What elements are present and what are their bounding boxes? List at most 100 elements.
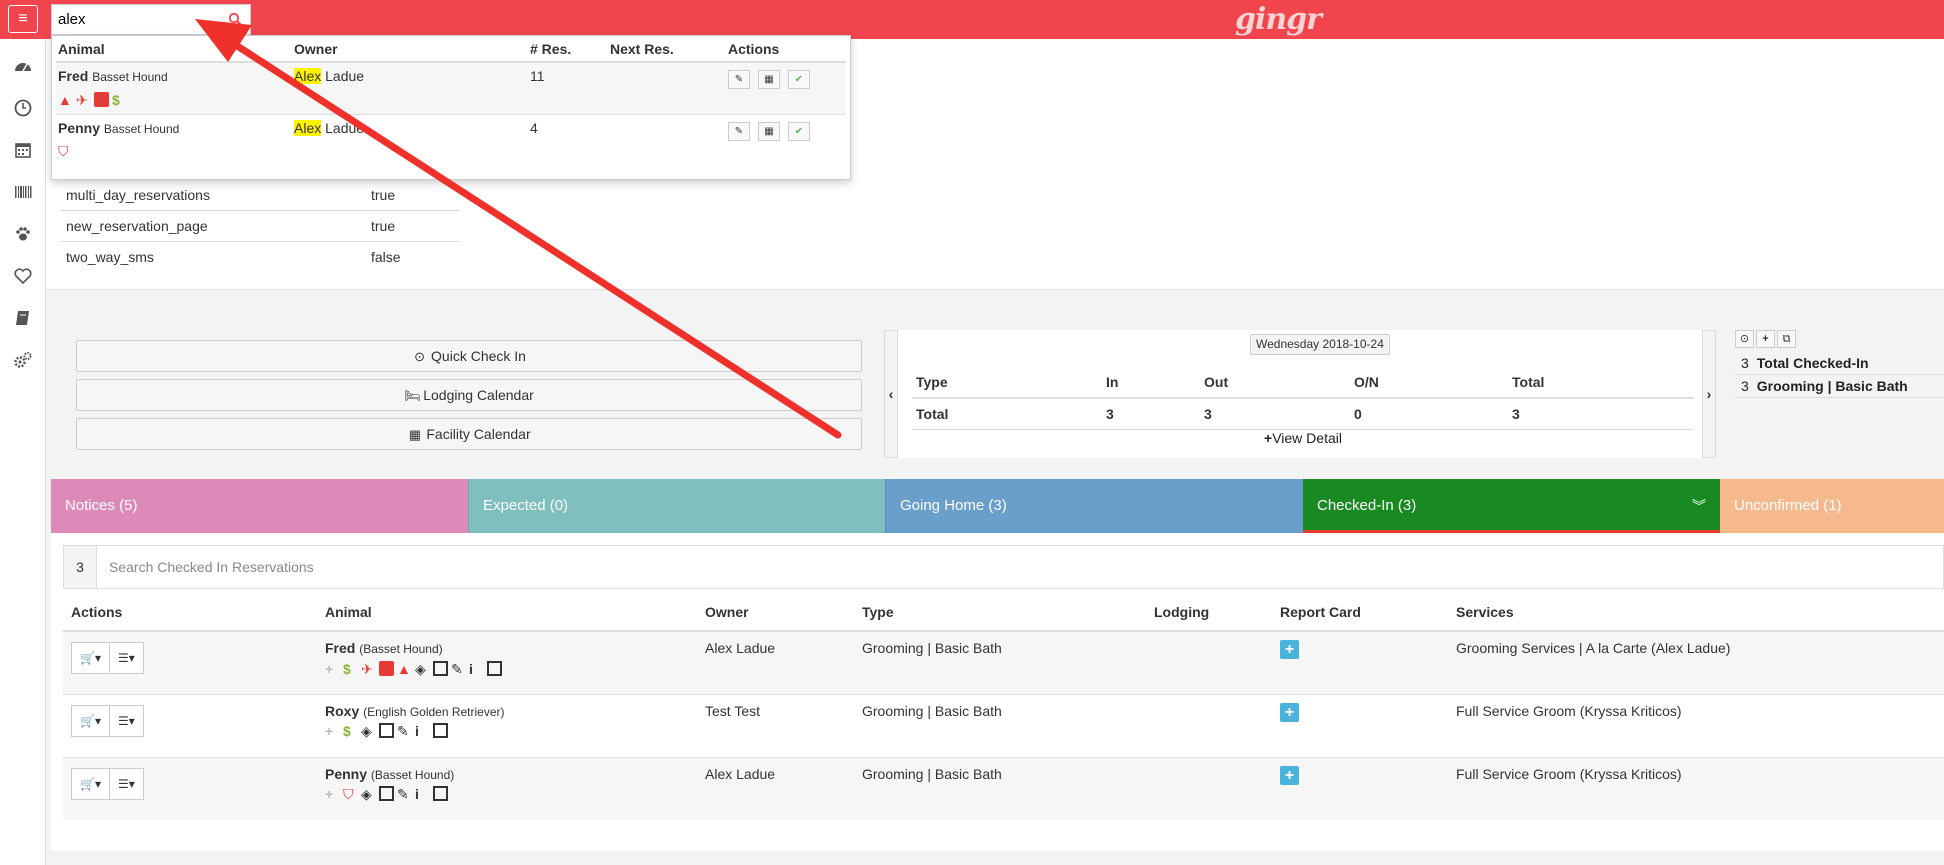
id-card-icon[interactable]	[379, 786, 394, 801]
plus-icon[interactable]: +	[325, 786, 340, 802]
info-icon[interactable]: i	[469, 661, 484, 677]
calendar-add-icon[interactable]: ▦	[758, 121, 780, 141]
tab-label: Notices (5)	[65, 497, 138, 514]
search-input[interactable]	[52, 5, 212, 34]
search-result-row[interactable]: Fred Basset Hound ▲ ✈ $ Alex Ladue 11 ✎ ▦…	[56, 62, 846, 115]
tab-expected[interactable]: Expected (0)	[468, 479, 885, 533]
shield-icon[interactable]: ⛉	[58, 143, 73, 159]
table-row: new_reservation_page true	[60, 210, 460, 242]
warning-icon[interactable]: ▲	[397, 661, 412, 677]
column-header: Owner	[697, 593, 854, 632]
animal-icons: ▲ ✈ $	[58, 90, 290, 108]
plane-icon[interactable]: ✈	[361, 661, 376, 677]
animal-icons: + $ ◈ ✎ i	[325, 722, 689, 740]
owner-cell[interactable]: Alex Ladue	[697, 756, 854, 820]
menu-dropdown-button[interactable]: ☰▾	[109, 642, 144, 674]
chevron-left-icon[interactable]: ‹	[884, 330, 898, 458]
dollar-icon[interactable]: $	[343, 723, 358, 739]
clock-icon[interactable]	[0, 91, 46, 125]
chevron-double-down-icon[interactable]: ︾	[1692, 479, 1706, 533]
tab-going-home[interactable]: Going Home (3)	[885, 479, 1303, 533]
services-cell: Grooming Services | A la Carte (Alex Lad…	[1448, 630, 1944, 694]
paw-icon[interactable]	[0, 217, 46, 251]
animal-name[interactable]: Penny	[325, 766, 367, 782]
plus-icon[interactable]: +	[1756, 330, 1775, 348]
tab-unconfirmed[interactable]: Unconfirmed (1)	[1720, 479, 1944, 533]
medkit-icon[interactable]	[94, 91, 109, 107]
dollar-icon[interactable]: $	[343, 661, 358, 677]
search-box[interactable]	[51, 4, 251, 35]
medkit-icon[interactable]	[379, 660, 394, 676]
date-picker-button[interactable]: Wednesday 2018-10-24	[1250, 334, 1390, 355]
barcode-icon[interactable]	[0, 175, 46, 209]
animal-name[interactable]: Fred	[325, 640, 355, 656]
cell: 3	[1200, 398, 1350, 430]
animal-name[interactable]: Penny	[58, 120, 100, 136]
gears-icon[interactable]	[0, 343, 46, 377]
lodging-cell	[1146, 630, 1272, 694]
menu-dropdown-button[interactable]: ☰▾	[109, 704, 144, 737]
add-report-card-button[interactable]: +	[1280, 702, 1299, 722]
lodging-calendar-button[interactable]: 🛏 Lodging Calendar	[76, 379, 862, 411]
info-icon[interactable]: i	[415, 723, 430, 739]
add-report-card-button[interactable]: +	[1280, 640, 1299, 659]
warning-icon[interactable]: ▲	[58, 92, 73, 108]
animal-name[interactable]: Roxy	[325, 703, 359, 719]
animal-name[interactable]: Fred	[58, 68, 88, 84]
id-card-icon[interactable]	[379, 723, 394, 738]
cart-dropdown-button[interactable]: 🛒▾	[71, 642, 110, 674]
dashboard-icon[interactable]	[0, 49, 46, 83]
pencil-icon[interactable]: ✎	[397, 786, 412, 802]
edit-icon[interactable]: ✎	[728, 121, 750, 141]
tag-icon[interactable]: ◈	[415, 661, 430, 677]
plus-icon[interactable]: +	[325, 723, 340, 739]
lodging-cell	[1146, 756, 1272, 820]
view-detail-link[interactable]: +View Detail	[912, 430, 1694, 446]
cart-dropdown-button[interactable]: 🛒▾	[71, 704, 110, 737]
menu-dropdown-button[interactable]: ☰▾	[109, 767, 144, 800]
quick-check-in-button[interactable]: ⊙ Quick Check In	[76, 340, 862, 372]
info-icon[interactable]: i	[415, 786, 430, 802]
owner-cell[interactable]: Alex Ladue	[292, 114, 528, 166]
calendar-add-icon[interactable]: ▦	[758, 70, 780, 89]
flag-value: true	[365, 179, 460, 211]
check-icon[interactable]: ✔	[788, 70, 810, 89]
image-icon[interactable]	[433, 786, 448, 801]
type-cell: Grooming | Basic Bath	[854, 756, 1146, 820]
clock-icon[interactable]: ⊙	[1735, 330, 1754, 348]
owner-cell[interactable]: Alex Ladue	[697, 630, 854, 694]
search-icon[interactable]	[228, 12, 242, 26]
chevron-right-icon[interactable]: ›	[1702, 330, 1716, 458]
cart-dropdown-button[interactable]: 🛒▾	[71, 767, 110, 800]
top-bar: ≡ gingr	[0, 0, 1944, 39]
pencil-icon[interactable]: ✎	[397, 723, 412, 739]
owner-cell[interactable]: Test Test	[697, 693, 854, 757]
owner-name: Ladue	[321, 68, 365, 84]
plus-icon[interactable]: +	[325, 661, 340, 677]
calendar-icon[interactable]	[0, 133, 46, 167]
image-icon[interactable]	[487, 660, 502, 676]
facility-calendar-button[interactable]: ▦ Facility Calendar	[76, 418, 862, 450]
dollar-icon[interactable]: $	[112, 92, 127, 108]
services-cell: Full Service Groom (Kryssa Kriticos)	[1448, 693, 1944, 757]
edit-icon[interactable]: ✎	[728, 70, 750, 89]
owner-cell[interactable]: Alex Ladue	[292, 62, 528, 115]
tab-checked-in[interactable]: Checked-In (3) ︾	[1303, 479, 1720, 533]
book-icon[interactable]	[0, 301, 46, 335]
plane-icon[interactable]: ✈	[76, 92, 91, 108]
table-row: 🛒▾ ☰▾ Roxy (English Golden Retriever) + $…	[63, 693, 1944, 757]
tag-icon[interactable]: ◈	[361, 786, 376, 802]
heart-icon[interactable]	[0, 259, 46, 293]
hamburger-icon[interactable]: ≡	[8, 5, 38, 33]
tag-icon[interactable]: ◈	[361, 723, 376, 739]
id-card-icon[interactable]	[433, 660, 448, 676]
add-report-card-button[interactable]: +	[1280, 765, 1299, 785]
reservation-search-input[interactable]	[109, 546, 909, 588]
image-icon[interactable]	[433, 723, 448, 738]
check-icon[interactable]: ✔	[788, 121, 810, 141]
tab-notices[interactable]: Notices (5)	[51, 479, 468, 533]
copy-icon[interactable]: ⧉	[1777, 330, 1796, 348]
search-result-row[interactable]: Penny Basset Hound ⛉ Alex Ladue 4 ✎ ▦ ✔	[56, 114, 846, 166]
shield-icon[interactable]: ⛉	[343, 786, 358, 802]
pencil-icon[interactable]: ✎	[451, 661, 466, 677]
